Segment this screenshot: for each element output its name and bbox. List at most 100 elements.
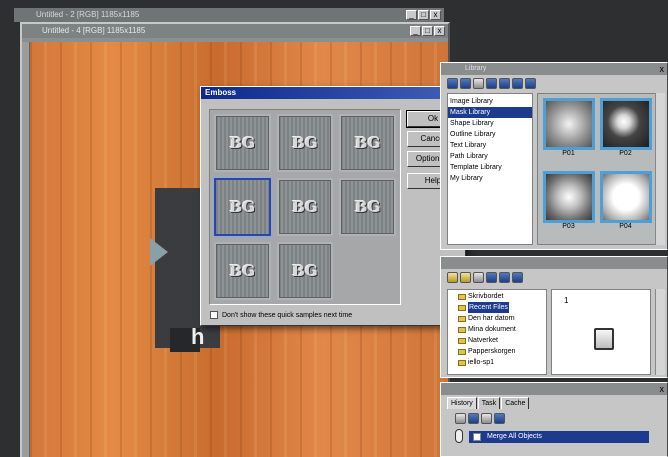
- emboss-dialog-title-bar[interactable]: Emboss x: [201, 87, 465, 99]
- close-icon[interactable]: x: [660, 63, 665, 75]
- dropdown-icon[interactable]: [473, 77, 484, 89]
- library-thumbnail-item[interactable]: P04: [599, 171, 652, 240]
- file-browser-toolbar: [441, 269, 667, 285]
- folder-up-icon[interactable]: [460, 271, 471, 283]
- history-entry[interactable]: Merge All Objects: [469, 431, 649, 443]
- library-list-item[interactable]: Path Library: [448, 151, 532, 162]
- file-preview[interactable]: 1: [551, 289, 651, 375]
- mask-thumbnail: [542, 171, 595, 223]
- library-panel-title-bar[interactable]: Library x: [441, 63, 667, 75]
- preview-number: 1: [564, 296, 569, 305]
- folder-icon: [458, 315, 466, 322]
- dont-show-label: Don't show these quick samples next time: [222, 311, 353, 319]
- library-thumbnail-item[interactable]: P02: [599, 98, 652, 167]
- folder-icon[interactable]: [447, 271, 458, 283]
- delete-icon[interactable]: [494, 413, 505, 424]
- library-thumbnail-item[interactable]: P03: [542, 171, 595, 240]
- close-button[interactable]: x: [430, 10, 441, 20]
- history-toolbar: [455, 413, 505, 424]
- library-scrollbar[interactable]: [655, 93, 665, 245]
- background-window-title: Untitled - 2 [RGB] 1185x1185 _ □ x: [14, 8, 444, 22]
- delete-icon[interactable]: [512, 271, 523, 283]
- mask-thumbnail: [599, 171, 652, 223]
- library-list-item[interactable]: Template Library: [448, 162, 532, 173]
- history-panel-title-bar[interactable]: x: [441, 383, 667, 395]
- vertical-ruler: [22, 42, 30, 457]
- emboss-dialog: Emboss x BG BG BG BG BG BG BG BG Ok Canc…: [200, 86, 466, 326]
- close-button[interactable]: x: [434, 26, 445, 36]
- delete-icon[interactable]: [525, 77, 536, 89]
- thumbnail-icon[interactable]: [499, 77, 510, 89]
- refresh-icon[interactable]: [499, 271, 510, 283]
- background-window-controls: _ □ x: [406, 10, 441, 20]
- tree-item[interactable]: Papperskorgen: [448, 346, 546, 357]
- tree-item[interactable]: Den har datorn: [448, 313, 546, 324]
- library-thumbnails: P01 P02 P03 P04: [537, 93, 657, 245]
- background-window-title-text: Untitled - 2 [RGB] 1185x1185: [36, 10, 140, 19]
- emboss-sample[interactable]: BG: [276, 114, 334, 172]
- undo-icon[interactable]: [481, 413, 492, 424]
- mask-thumbnail: [542, 98, 595, 150]
- mask-thumbnail: [599, 98, 652, 150]
- view-icon[interactable]: [486, 271, 497, 283]
- library-icon[interactable]: [447, 77, 458, 89]
- tree-item-selected[interactable]: Recent Files: [448, 302, 546, 313]
- recycle-bin-icon: [458, 348, 466, 355]
- file-browser-panel: Skrivbordet Recent Files Den har datorn …: [440, 256, 668, 378]
- library-list-item[interactable]: Image Library: [448, 96, 532, 107]
- emboss-sample[interactable]: BG: [214, 242, 271, 300]
- tab-cache[interactable]: Cache: [501, 397, 530, 409]
- emboss-sample-selected[interactable]: BG: [214, 178, 271, 236]
- emboss-sample[interactable]: BG: [214, 114, 271, 172]
- play-icon[interactable]: [455, 413, 466, 424]
- logo-notch: [150, 238, 168, 266]
- tree-item-label: Den har datorn: [468, 315, 515, 322]
- minimize-button[interactable]: _: [410, 26, 421, 36]
- history-entry-label: Merge All Objects: [487, 433, 542, 440]
- folder-icon: [458, 326, 466, 333]
- dont-show-row: Don't show these quick samples next time: [210, 311, 352, 319]
- library-list-item-selected[interactable]: Mask Library: [448, 107, 532, 118]
- dont-show-checkbox[interactable]: [210, 311, 218, 319]
- tree-item[interactable]: iello-sp1: [448, 357, 546, 368]
- tree-item[interactable]: Mina dokument: [448, 324, 546, 335]
- thumbnail-label: P01: [562, 150, 575, 157]
- library-list-item[interactable]: Text Library: [448, 140, 532, 151]
- new-folder-icon[interactable]: [473, 271, 484, 283]
- tree-item-label: Mina dokument: [468, 326, 516, 333]
- folder-tree: Skrivbordet Recent Files Den har datorn …: [447, 289, 547, 375]
- library-list-item[interactable]: Shape Library: [448, 118, 532, 129]
- maximize-button[interactable]: □: [418, 10, 429, 20]
- tree-icon[interactable]: [486, 77, 497, 89]
- document-window-controls: _ □ x: [410, 26, 445, 36]
- tab-task[interactable]: Task: [477, 397, 501, 409]
- minimize-button[interactable]: _: [406, 10, 417, 20]
- document-title-bar[interactable]: Untitled - 4 [RGB] 1185x1185 _ □ x: [22, 24, 448, 38]
- tree-item[interactable]: Skrivbordet: [448, 291, 546, 302]
- logo-letter: h: [191, 324, 205, 349]
- folder-icon: [458, 359, 466, 366]
- library-list-item[interactable]: My Library: [448, 173, 532, 184]
- maximize-button[interactable]: □: [422, 26, 433, 36]
- save-icon[interactable]: [512, 77, 523, 89]
- tab-history[interactable]: History: [447, 397, 477, 409]
- close-icon[interactable]: x: [660, 383, 665, 395]
- thumbnail-label: P02: [619, 150, 632, 157]
- file-browser-title-bar[interactable]: [441, 257, 667, 269]
- emboss-sample[interactable]: BG: [339, 178, 396, 236]
- tree-item-label: iello-sp1: [468, 359, 495, 366]
- tree-item[interactable]: Natverket: [448, 335, 546, 346]
- folder-icon: [458, 293, 466, 300]
- file-browser-scrollbar[interactable]: [655, 289, 665, 375]
- library-list-item[interactable]: Outline Library: [448, 129, 532, 140]
- library-thumbnail-item[interactable]: P01: [542, 98, 595, 167]
- tree-item-label: Papperskorgen: [468, 348, 516, 355]
- emboss-sample[interactable]: BG: [276, 178, 334, 236]
- emboss-sample[interactable]: BG: [276, 242, 334, 300]
- document-title: Untitled - 4 [RGB] 1185x1185: [42, 26, 146, 35]
- record-icon[interactable]: [468, 413, 479, 424]
- view-icon[interactable]: [460, 77, 471, 89]
- emboss-sample[interactable]: BG: [339, 114, 396, 172]
- history-slider-handle[interactable]: [455, 429, 463, 443]
- tree-item-label: Recent Files: [468, 302, 509, 313]
